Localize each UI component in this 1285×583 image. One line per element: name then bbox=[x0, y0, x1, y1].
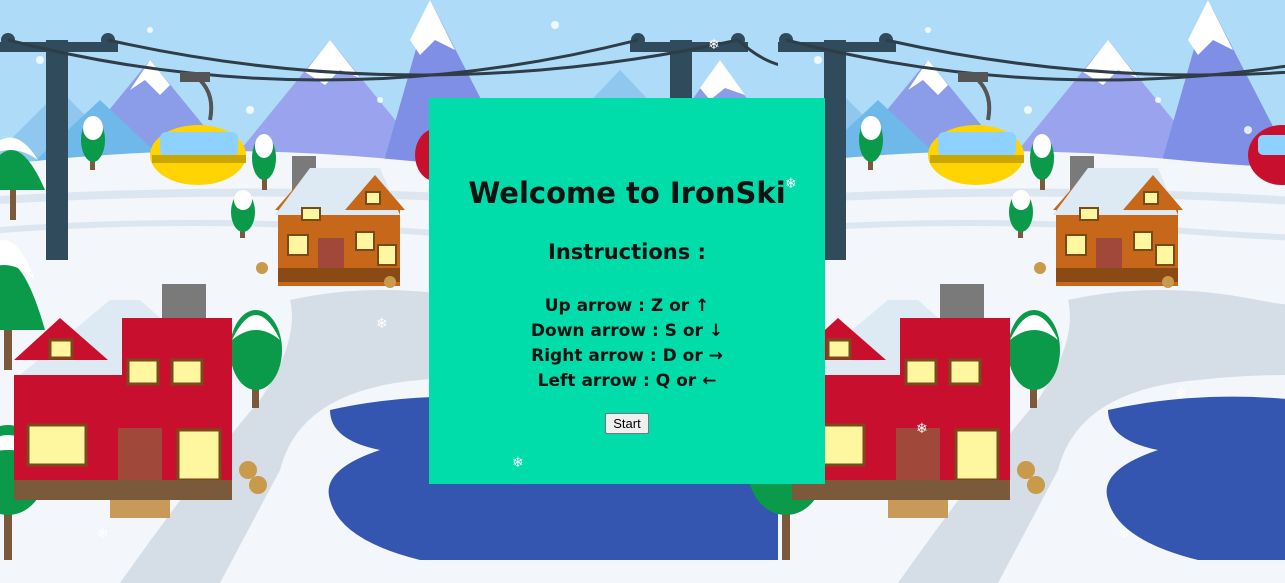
snowflake-icon: ❄ bbox=[512, 455, 524, 471]
modal-title: Welcome to IronSki bbox=[468, 176, 786, 210]
instruction-down: Down arrow : S or ↓ bbox=[530, 321, 724, 341]
snowflake-icon: ❄ bbox=[97, 526, 109, 542]
instruction-up: Up arrow : Z or ↑ bbox=[544, 296, 710, 316]
welcome-modal: Welcome to IronSki Instructions : Up arr… bbox=[429, 98, 825, 484]
instructions-heading: Instructions : bbox=[548, 240, 706, 264]
snowflake-icon: ❄ bbox=[376, 316, 388, 332]
snowflake-icon: ❄ bbox=[1175, 386, 1187, 402]
start-button[interactable]: Start bbox=[605, 413, 649, 434]
snowflake-icon: ❄ bbox=[916, 421, 928, 437]
instructions-list: Up arrow : Z or ↑ Down arrow : S or ↓ Ri… bbox=[429, 294, 825, 394]
instruction-right: Right arrow : D or → bbox=[531, 346, 723, 366]
snowflake-icon: ❄ bbox=[1118, 526, 1130, 542]
snowflake-icon: ❄ bbox=[785, 176, 797, 192]
instruction-left: Left arrow : Q or ← bbox=[537, 371, 717, 391]
snowflake-icon: ❄ bbox=[708, 37, 720, 53]
